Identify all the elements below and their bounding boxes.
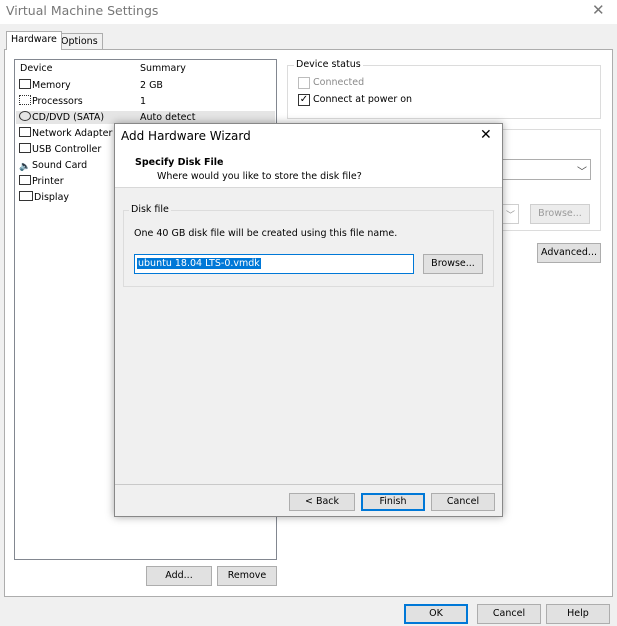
device-status-group xyxy=(287,65,601,119)
tab-hardware[interactable]: Hardware xyxy=(6,31,62,50)
device-summary: 2 GB xyxy=(140,80,163,91)
disk-file-name-value: ubuntu 18.04 LTS-0.vmdk xyxy=(137,258,261,269)
window-title: Virtual Machine Settings xyxy=(6,3,159,18)
cancel-button[interactable]: Cancel xyxy=(477,604,541,624)
chevron-down-icon: ﹀ xyxy=(506,211,516,221)
connect-at-power-on-checkbox[interactable]: ✓ xyxy=(298,94,310,106)
dialog-footer-divider xyxy=(115,484,502,485)
disk-file-legend: Disk file xyxy=(129,204,171,215)
speaker-icon: 🔈 xyxy=(19,161,31,172)
close-icon[interactable]: ✕ xyxy=(592,1,605,19)
device-name: Display xyxy=(34,192,70,203)
device-name: Memory xyxy=(32,80,71,91)
connect-at-power-on-label: Connect at power on xyxy=(313,94,413,105)
dialog-title: Add Hardware Wizard xyxy=(121,129,251,143)
memory-icon xyxy=(19,79,31,89)
back-button[interactable]: < Back xyxy=(289,493,355,511)
dialog-title-bar: Add Hardware Wizard ✕ xyxy=(115,124,502,147)
tab-options[interactable]: Options xyxy=(56,33,103,49)
device-name: CD/DVD (SATA) xyxy=(32,112,105,123)
cd-dvd-icon xyxy=(19,111,31,121)
connected-checkbox[interactable] xyxy=(298,77,310,89)
summary-column-header[interactable]: Summary xyxy=(140,62,186,76)
wizard-subheading: Where would you like to store the disk f… xyxy=(157,171,362,182)
disk-browse-button[interactable]: Browse... xyxy=(423,254,483,274)
device-summary: 1 xyxy=(140,96,147,107)
usb-icon xyxy=(19,143,31,153)
wizard-heading: Specify Disk File xyxy=(135,157,224,168)
device-name: Processors xyxy=(32,96,83,107)
display-icon xyxy=(19,191,33,201)
disk-file-description: One 40 GB disk file will be created usin… xyxy=(134,228,398,239)
printer-icon xyxy=(19,175,31,185)
window-title-bar: Virtual Machine Settings ✕ xyxy=(0,0,617,24)
network-adapter-icon xyxy=(19,127,31,137)
processor-icon xyxy=(19,95,31,105)
chevron-down-icon: ﹀ xyxy=(577,167,587,178)
device-column-header[interactable]: Device xyxy=(20,62,53,76)
close-icon[interactable]: ✕ xyxy=(480,127,492,143)
help-button[interactable]: Help xyxy=(546,604,610,624)
device-name: USB Controller xyxy=(32,144,102,155)
device-row-processors[interactable]: Processors 1 xyxy=(16,95,275,108)
wizard-cancel-button[interactable]: Cancel xyxy=(431,493,495,511)
browse-iso-button[interactable]: Browse... xyxy=(530,204,590,224)
wizard-header: Specify Disk File Where would you like t… xyxy=(115,147,502,188)
finish-button[interactable]: Finish xyxy=(361,493,425,511)
image-file-dropdown[interactable]: ﹀ xyxy=(500,159,591,180)
disk-file-name-input[interactable]: ubuntu 18.04 LTS-0.vmdk xyxy=(134,254,414,274)
connected-label: Connected xyxy=(313,77,365,88)
device-status-legend: Device status xyxy=(294,59,363,70)
device-row-memory[interactable]: Memory 2 GB xyxy=(16,79,275,92)
advanced-button[interactable]: Advanced... xyxy=(537,243,601,263)
remove-button[interactable]: Remove xyxy=(217,566,277,586)
ok-button[interactable]: OK xyxy=(404,604,468,624)
device-name: Printer xyxy=(32,176,64,187)
add-button[interactable]: Add... xyxy=(146,566,212,586)
device-name: Network Adapter xyxy=(32,128,113,139)
add-hardware-wizard-dialog: Add Hardware Wizard ✕ Specify Disk File … xyxy=(114,123,503,517)
device-name: Sound Card xyxy=(32,160,88,171)
disk-file-group xyxy=(123,210,494,287)
